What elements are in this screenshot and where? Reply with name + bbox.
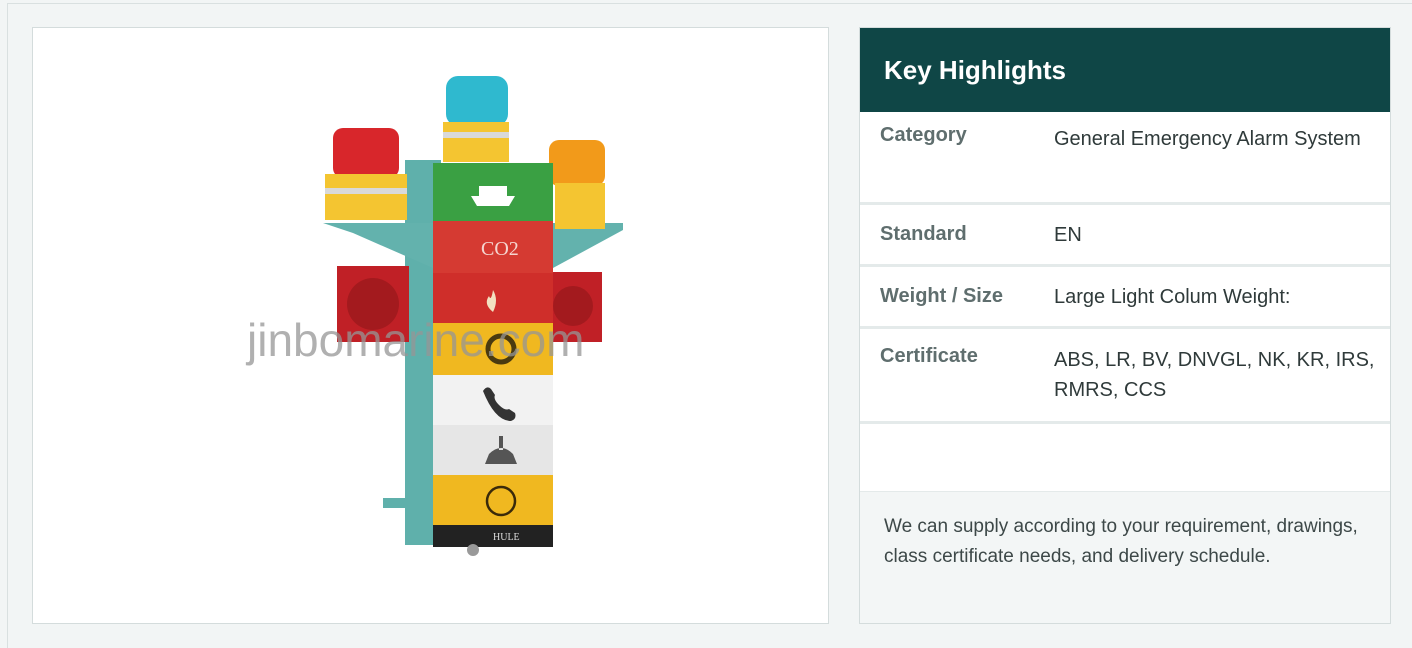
- highlight-row-category: Category General Emergency Alarm System: [860, 112, 1390, 205]
- highlight-key: Certificate: [880, 345, 978, 367]
- highlight-key: Standard: [880, 223, 967, 245]
- key-highlights-title: Key Highlights: [860, 28, 1390, 112]
- highlight-row-empty: [860, 424, 1390, 494]
- highlight-key: Category: [880, 124, 967, 146]
- highlight-key: Weight / Size: [880, 285, 1003, 307]
- cable-gland: [467, 544, 479, 556]
- watermark: jinbomarine.com: [247, 314, 585, 366]
- highlight-row-certificate: Certificate ABS, LR, BV, DNVGL, NK, KR, …: [860, 329, 1390, 424]
- highlight-value: Large Light Colum Weight:: [1054, 285, 1291, 308]
- product-image-panel: CO2 HULE jinbomarine.com: [32, 27, 829, 624]
- key-highlights-card: Key Highlights Category General Emergenc…: [859, 27, 1391, 624]
- highlight-row-standard: Standard EN: [860, 205, 1390, 267]
- amber-beacon: [549, 140, 605, 229]
- highlight-value: ABS, LR, BV, DNVGL, NK, KR, IRS, RMRS, C…: [1054, 349, 1375, 401]
- panel-person: [433, 475, 553, 525]
- supply-note: We can supply according to your requirem…: [860, 492, 1390, 623]
- highlight-value: General Emergency Alarm System: [1054, 128, 1361, 150]
- red-beacon: [325, 128, 407, 220]
- co2-icon: CO2: [481, 238, 519, 260]
- brand-label: HULE: [493, 532, 520, 543]
- right-arm: [553, 223, 623, 268]
- highlight-value: EN: [1054, 223, 1082, 246]
- highlight-row-weight-size: Weight / Size Large Light Colum Weight:: [860, 267, 1390, 329]
- panel-bell: [433, 425, 553, 475]
- bracket-foot: [383, 498, 413, 508]
- blue-beacon: [443, 76, 509, 162]
